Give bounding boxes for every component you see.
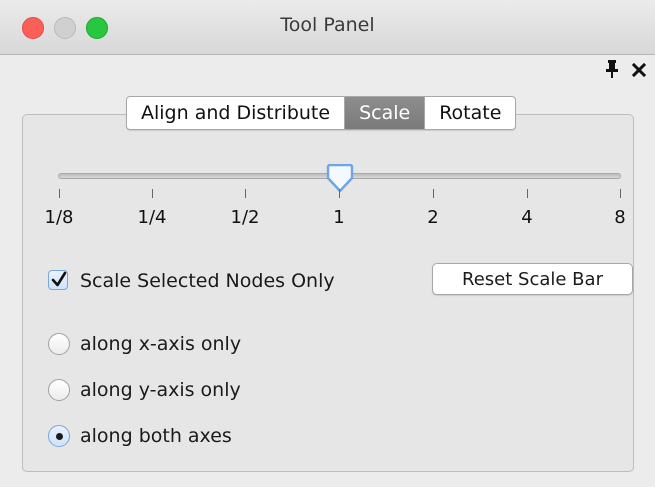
slider-tick <box>527 189 528 198</box>
radio-both-axes[interactable] <box>48 425 70 447</box>
tool-panel-window: Tool Panel Align and Distribute Scale Ro… <box>0 0 655 487</box>
slider-tick <box>245 189 246 198</box>
tick-label: 2 <box>427 207 439 228</box>
scale-selected-only-checkbox[interactable] <box>48 270 68 290</box>
radio-x-axis-only[interactable] <box>48 333 70 355</box>
radio-both-axes-label[interactable]: along both axes <box>80 425 232 447</box>
title-bar: Tool Panel <box>0 0 655 55</box>
tab-align-and-distribute[interactable]: Align and Distribute <box>127 97 344 129</box>
tab-bar: Align and Distribute Scale Rotate <box>126 96 517 130</box>
tick-label: 1/2 <box>230 207 260 228</box>
tick-label: 1 <box>333 207 345 228</box>
reset-scale-bar-button[interactable]: Reset Scale Bar <box>432 263 633 295</box>
radio-selected-dot <box>56 433 63 440</box>
radio-y-axis-only-label[interactable]: along y-axis only <box>80 379 241 401</box>
tab-scale[interactable]: Scale <box>344 97 425 129</box>
slider-tick <box>152 189 153 198</box>
tick-label: 4 <box>521 207 533 228</box>
scale-selected-only-label[interactable]: Scale Selected Nodes Only <box>80 270 335 292</box>
close-icon[interactable] <box>631 62 647 78</box>
tab-rotate[interactable]: Rotate <box>424 97 515 129</box>
window-title: Tool Panel <box>280 14 375 36</box>
tick-label: 1/8 <box>44 207 74 228</box>
slider-tick <box>620 189 621 198</box>
radio-x-axis-only-label[interactable]: along x-axis only <box>80 333 241 355</box>
slider-tick <box>59 189 60 198</box>
radio-y-axis-only[interactable] <box>48 379 70 401</box>
tick-label: 1/4 <box>137 207 167 228</box>
slider-tick <box>433 189 434 198</box>
pin-icon[interactable] <box>606 60 618 78</box>
scale-slider-thumb[interactable] <box>324 163 356 194</box>
checkmark-icon <box>51 271 67 287</box>
slider-tick <box>339 189 340 198</box>
tick-label: 8 <box>614 207 626 228</box>
